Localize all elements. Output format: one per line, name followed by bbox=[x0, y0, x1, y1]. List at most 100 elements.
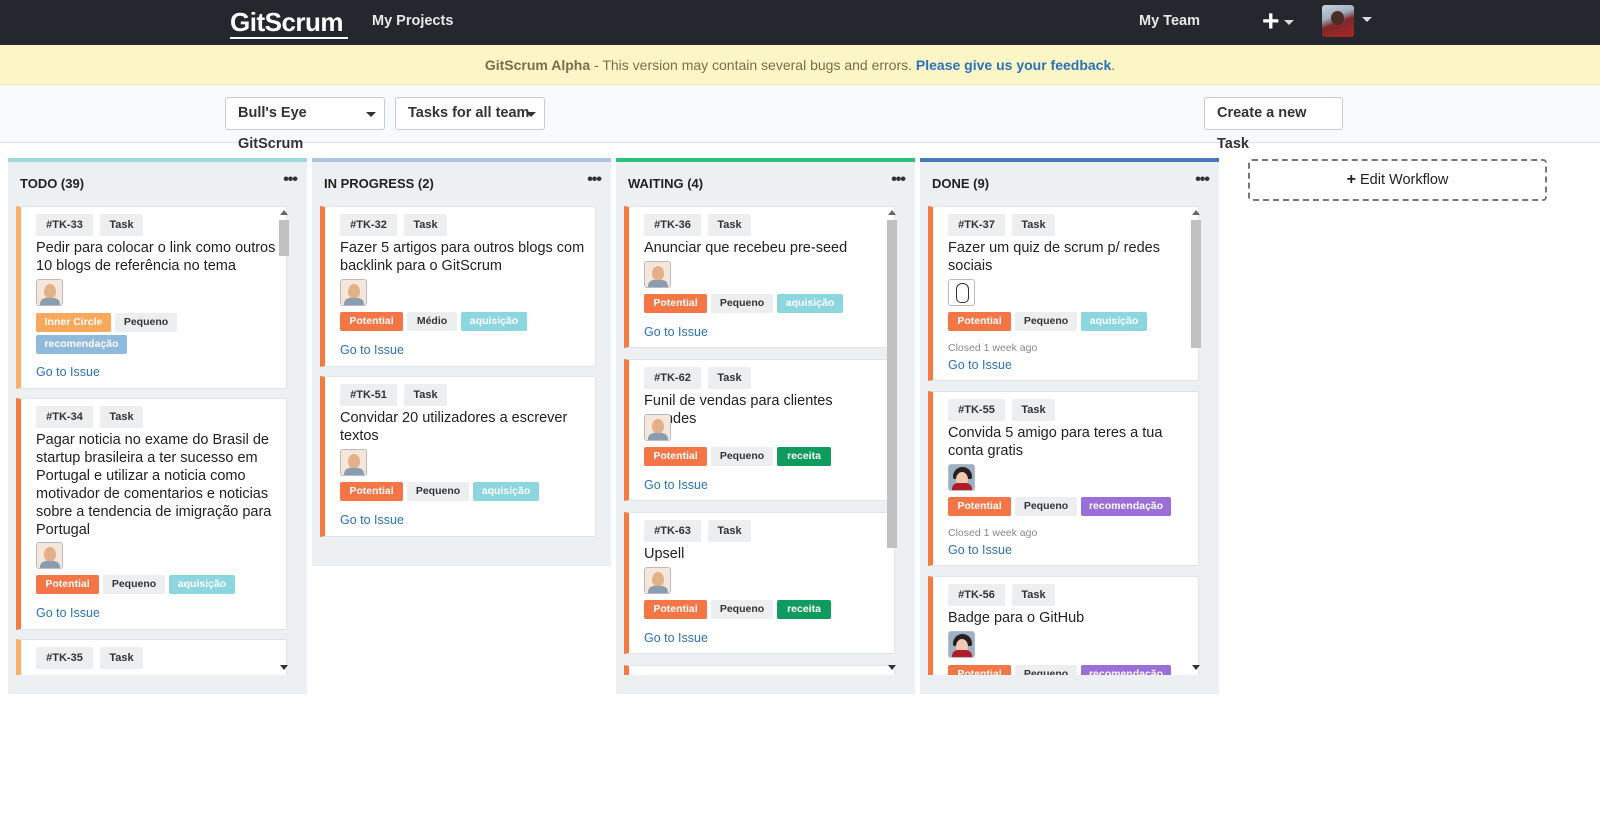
create-task-button[interactable]: Create a new Task bbox=[1204, 97, 1343, 152]
task-card[interactable]: #TK-35 Task bbox=[16, 639, 287, 675]
project-select-button[interactable]: Bull's Eye GitScrum bbox=[225, 97, 385, 152]
task-card[interactable]: #TK-36 Task Anunciar que recebeu pre-see… bbox=[624, 206, 895, 348]
column-cards: #TK-33 Task Pedir para colocar o link co… bbox=[16, 206, 298, 675]
task-id-badge: #TK-56 bbox=[948, 584, 1005, 606]
label-potential: Potential bbox=[644, 600, 707, 619]
task-title: Funil de vendas para clientes grandes bbox=[644, 393, 833, 427]
gitscrum-logo[interactable]: GitScrum bbox=[230, 7, 344, 38]
go-to-issue-link[interactable]: Go to Issue bbox=[36, 606, 100, 620]
nav-my-team[interactable]: My Team bbox=[1139, 13, 1200, 29]
closed-timestamp: Closed 1 week ago bbox=[948, 342, 1038, 354]
scroll-thumb[interactable] bbox=[887, 220, 897, 548]
chevron-down-icon[interactable] bbox=[1362, 17, 1372, 22]
task-title: Convida 5 amigo para teres a tua conta g… bbox=[948, 425, 1163, 459]
task-card[interactable] bbox=[624, 665, 895, 675]
task-id-badge: #TK-37 bbox=[948, 214, 1005, 236]
column-done: DONE (9) ••• #TK-37 Task Fazer um quiz d… bbox=[920, 158, 1219, 694]
label-potential: Potential bbox=[948, 312, 1011, 331]
task-card[interactable]: #TK-33 Task Pedir para colocar o link co… bbox=[16, 206, 287, 389]
task-title: Fazer 5 artigos para outros blogs com ba… bbox=[340, 240, 585, 274]
column-color-bar bbox=[312, 158, 611, 162]
scroll-down-icon[interactable] bbox=[888, 665, 896, 670]
go-to-issue-link[interactable]: Go to Issue bbox=[644, 325, 708, 339]
task-type-badge: Task bbox=[404, 384, 447, 406]
go-to-issue-link[interactable]: Go to Issue bbox=[340, 343, 404, 357]
scroll-thumb[interactable] bbox=[1191, 220, 1201, 348]
column-color-bar bbox=[920, 158, 1219, 162]
label-aquisicao: aquisição bbox=[461, 312, 527, 331]
task-card[interactable]: #TK-32 Task Fazer 5 artigos para outros … bbox=[320, 206, 596, 367]
assignee-avatar bbox=[644, 414, 671, 441]
task-card[interactable]: #TK-56 Task Badge para o GitHub Potentia… bbox=[928, 576, 1199, 675]
task-title: Pagar noticia no exame do Brasil de star… bbox=[36, 432, 272, 538]
label-size: Pequeno bbox=[711, 294, 773, 313]
label-recomendacao: recomendação bbox=[1081, 497, 1171, 516]
scroll-up-icon[interactable] bbox=[888, 210, 896, 215]
column-menu-icon[interactable]: ••• bbox=[1195, 171, 1210, 189]
task-id-badge: #TK-32 bbox=[340, 214, 397, 236]
task-type-badge: Task bbox=[708, 520, 751, 542]
task-id-badge: #TK-63 bbox=[644, 520, 701, 542]
task-id-badge: #TK-51 bbox=[340, 384, 397, 406]
column-color-bar bbox=[8, 158, 307, 162]
scroll-up-icon[interactable] bbox=[280, 210, 288, 215]
task-id-badge: #TK-36 bbox=[644, 214, 701, 236]
column-menu-icon[interactable]: ••• bbox=[891, 171, 906, 189]
column-waiting: WAITING (4) ••• #TK-36 Task Anunciar que… bbox=[616, 158, 915, 694]
user-avatar-menu[interactable] bbox=[1322, 5, 1354, 37]
banner-end: . bbox=[1111, 57, 1116, 73]
column-in-progress: IN PROGRESS (2) ••• #TK-32 Task Fazer 5 … bbox=[312, 158, 611, 566]
label-receita: receita bbox=[777, 447, 831, 466]
task-card[interactable]: #TK-55 Task Convida 5 amigo para teres a… bbox=[928, 391, 1199, 566]
column-title: TODO (39) bbox=[20, 176, 85, 191]
column-title: WAITING (4) bbox=[628, 176, 704, 191]
go-to-issue-link[interactable]: Go to Issue bbox=[36, 365, 100, 379]
task-card[interactable]: #TK-63 Task Upsell Potential Pequeno rec… bbox=[624, 512, 895, 654]
task-id-badge: #TK-62 bbox=[644, 367, 701, 389]
column-scrollbar[interactable] bbox=[279, 206, 289, 675]
label-size: Pequeno bbox=[1015, 312, 1077, 331]
logo-underline bbox=[230, 37, 348, 39]
label-aquisicao: aquisição bbox=[169, 575, 235, 594]
task-type-badge: Task bbox=[708, 367, 751, 389]
team-filter-label: Tasks for all team bbox=[408, 105, 530, 121]
column-cards: #TK-36 Task Anunciar que recebeu pre-see… bbox=[624, 206, 906, 675]
label-aquisicao: aquisição bbox=[1081, 312, 1147, 331]
task-card[interactable]: #TK-37 Task Fazer um quiz de scrum p/ re… bbox=[928, 206, 1199, 381]
go-to-issue-link[interactable]: Go to Issue bbox=[644, 631, 708, 645]
assignee-avatar bbox=[948, 464, 975, 491]
column-menu-icon[interactable]: ••• bbox=[283, 171, 298, 189]
closed-timestamp: Closed 1 week ago bbox=[948, 527, 1038, 539]
plus-icon: + bbox=[1262, 5, 1280, 38]
scroll-down-icon[interactable] bbox=[280, 665, 288, 670]
task-card[interactable]: #TK-62 Task Funil de vendas para cliente… bbox=[624, 359, 895, 501]
banner-text: - This version may contain several bugs … bbox=[590, 57, 916, 73]
nav-my-projects[interactable]: My Projects bbox=[372, 13, 453, 29]
label-potential: Potential bbox=[948, 497, 1011, 516]
go-to-issue-link[interactable]: Go to Issue bbox=[948, 543, 1012, 557]
team-filter-button[interactable]: Tasks for all team bbox=[395, 97, 545, 130]
task-title: Convidar 20 utilizadores a escrever text… bbox=[340, 410, 568, 444]
label-size: Pequeno bbox=[115, 313, 177, 332]
scroll-thumb[interactable] bbox=[279, 220, 289, 256]
add-menu-button[interactable]: + bbox=[1262, 5, 1302, 38]
task-type-badge: Task bbox=[404, 214, 447, 236]
go-to-issue-link[interactable]: Go to Issue bbox=[644, 478, 708, 492]
label-size: Pequeno bbox=[711, 447, 773, 466]
edit-workflow-button[interactable]: + Edit Workflow bbox=[1248, 159, 1547, 201]
scroll-down-icon[interactable] bbox=[1192, 665, 1200, 670]
feedback-link[interactable]: Please give us your feedback bbox=[916, 57, 1111, 73]
task-card[interactable]: #TK-51 Task Convidar 20 utilizadores a e… bbox=[320, 376, 596, 537]
go-to-issue-link[interactable]: Go to Issue bbox=[948, 358, 1012, 372]
column-menu-icon[interactable]: ••• bbox=[587, 171, 602, 189]
task-id-badge: #TK-55 bbox=[948, 399, 1005, 421]
column-scrollbar[interactable] bbox=[1191, 206, 1201, 675]
task-card[interactable]: #TK-34 Task Pagar noticia no exame do Br… bbox=[16, 398, 287, 630]
task-type-badge: Task bbox=[100, 406, 143, 428]
column-title: IN PROGRESS (2) bbox=[324, 176, 434, 191]
scroll-up-icon[interactable] bbox=[1192, 210, 1200, 215]
column-scrollbar[interactable] bbox=[887, 206, 897, 675]
column-title: DONE (9) bbox=[932, 176, 990, 191]
label-size: Pequeno bbox=[1015, 665, 1077, 675]
go-to-issue-link[interactable]: Go to Issue bbox=[340, 513, 404, 527]
